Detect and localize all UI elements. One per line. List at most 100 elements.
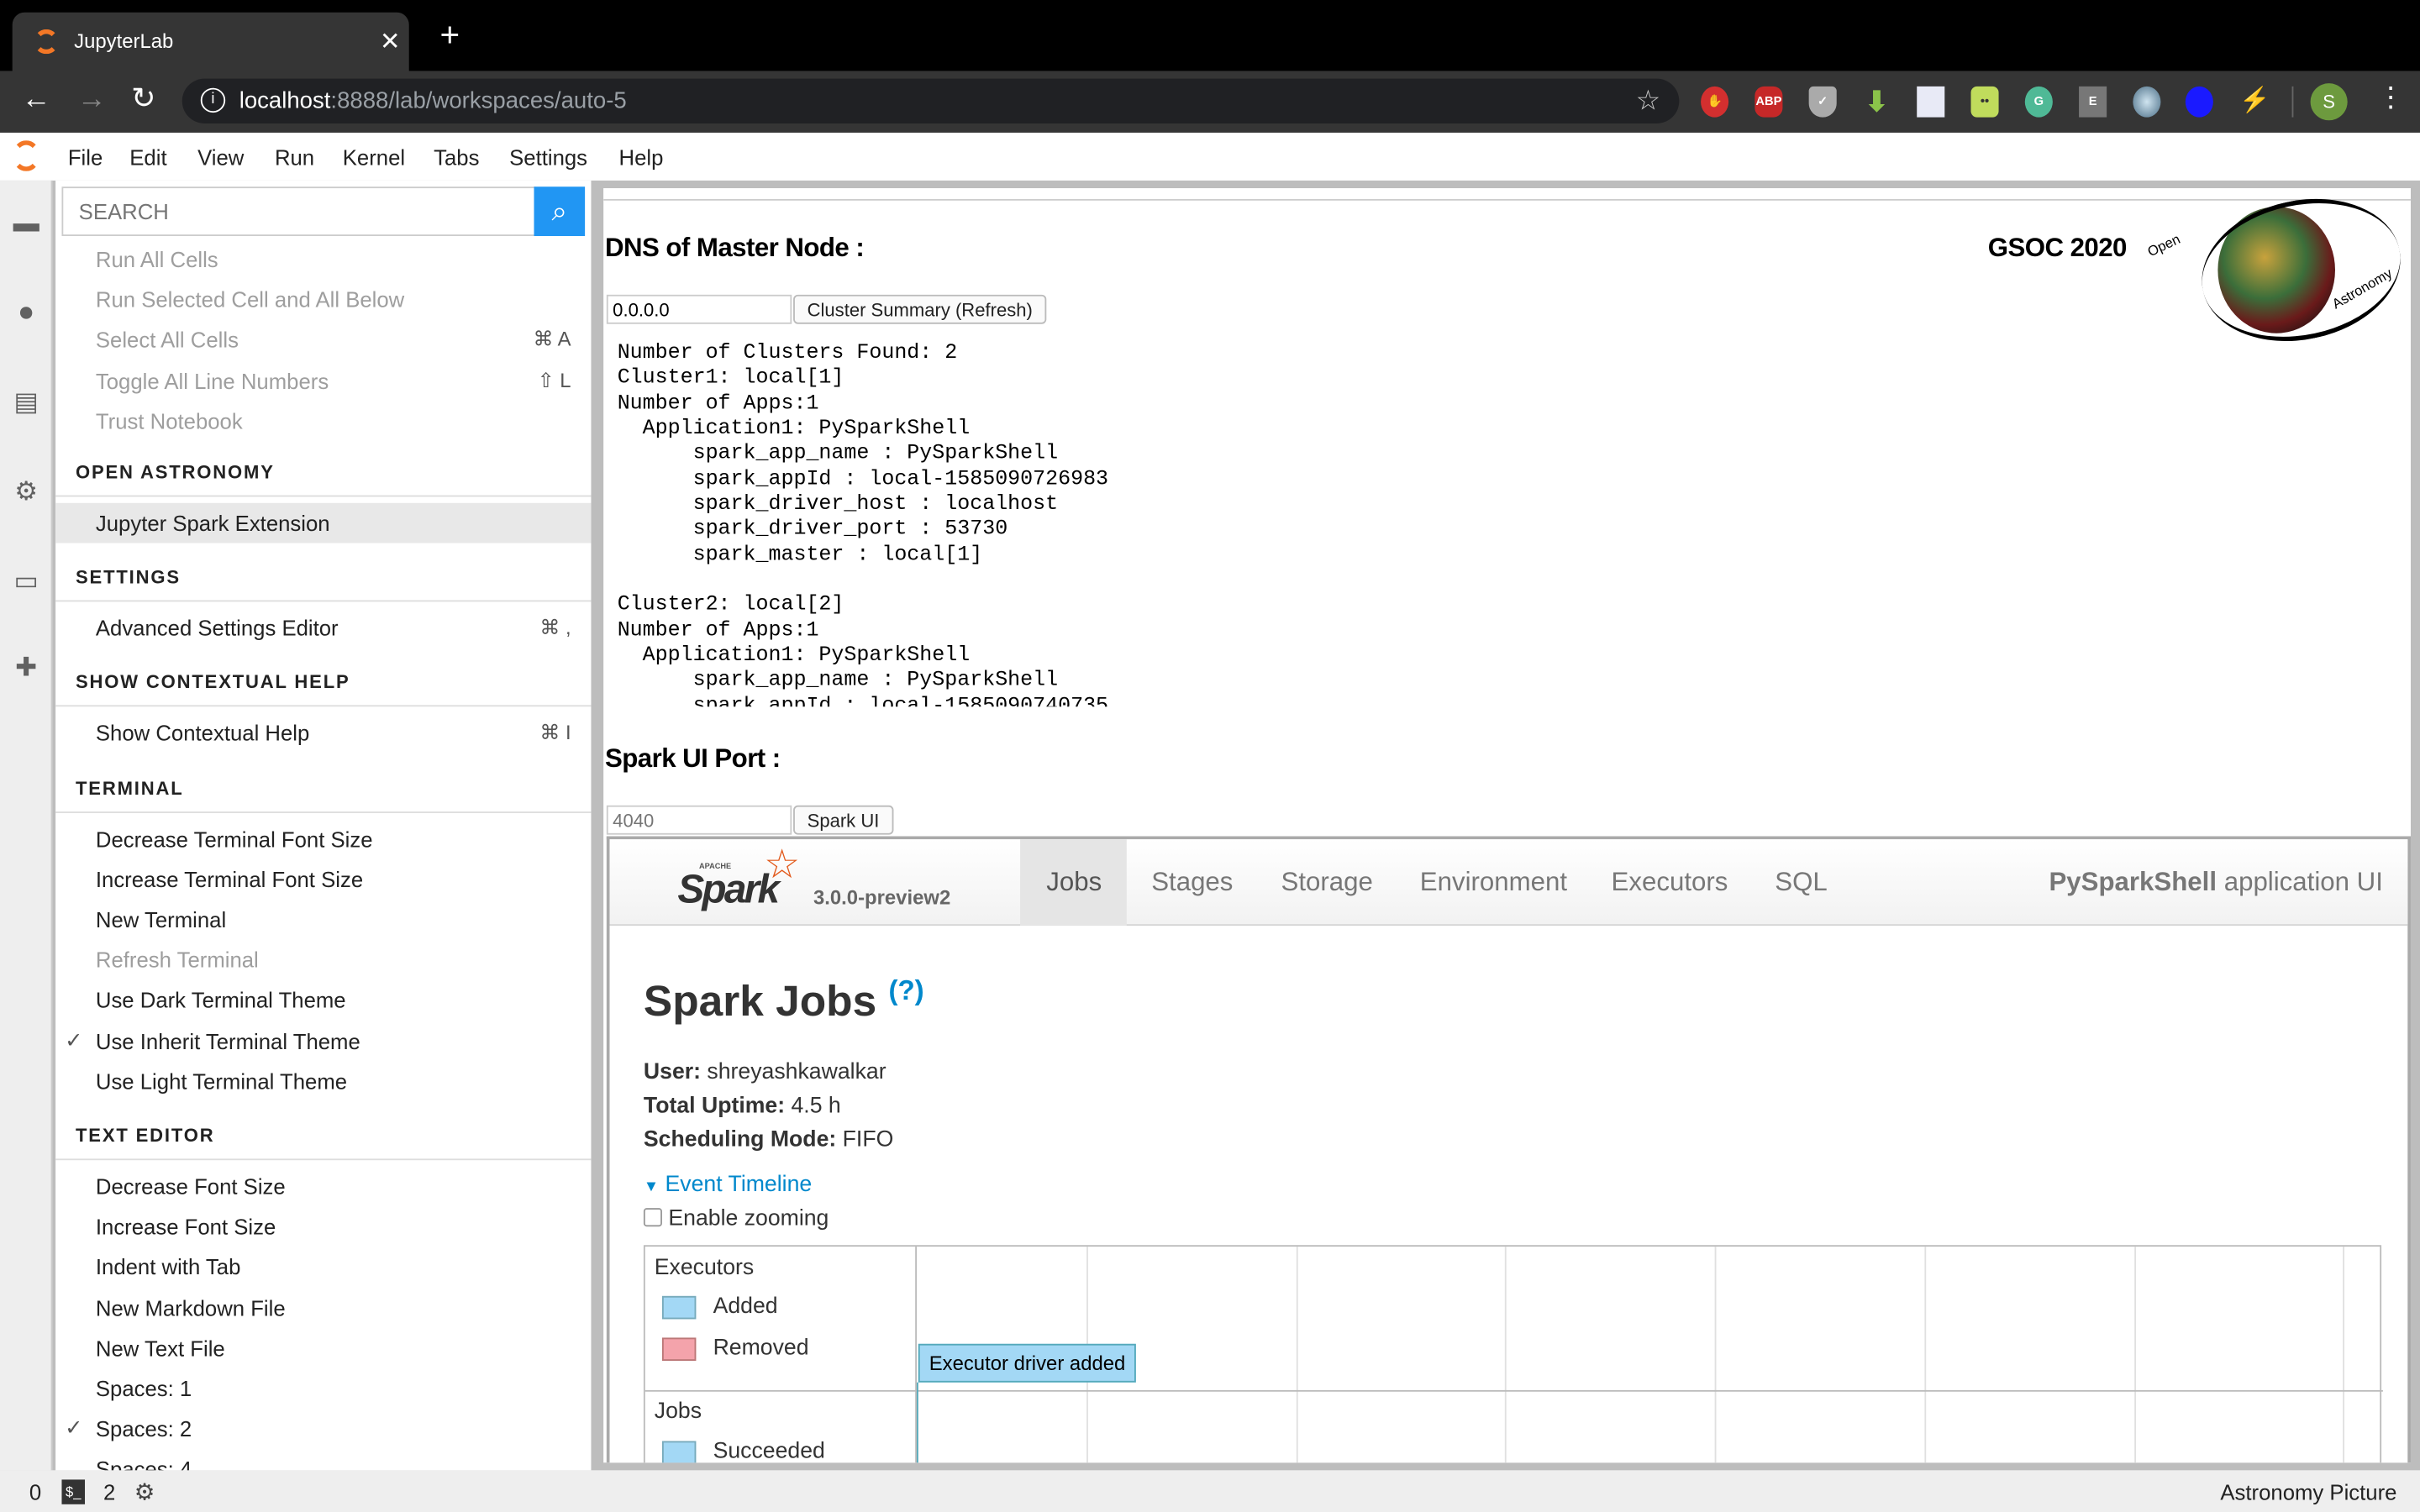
palette-item-run-selected-cell-and-all-below[interactable]: Run Selected Cell and All Below xyxy=(55,280,591,320)
palette-item-new-markdown-file[interactable]: New Markdown File xyxy=(55,1288,591,1328)
palette-item-new-text-file[interactable]: New Text File xyxy=(55,1328,591,1368)
palette-item-decrease-font-size[interactable]: Decrease Font Size xyxy=(55,1167,591,1207)
bookmark-star-icon[interactable]: ☆ xyxy=(1636,85,1661,118)
executor-added-event[interactable]: Executor driver added xyxy=(918,1343,1137,1383)
menu-run[interactable]: Run xyxy=(275,145,314,170)
event-timeline-toggle[interactable]: ▼ Event Timeline xyxy=(644,1173,812,1197)
menu-view[interactable]: View xyxy=(197,145,244,170)
nav-environment[interactable]: Environment xyxy=(1420,867,1567,898)
menu-settings[interactable]: Settings xyxy=(509,145,587,170)
palette-item-run-all-cells[interactable]: Run All Cells xyxy=(55,239,591,280)
terminal-icon[interactable]: $_ xyxy=(61,1479,86,1504)
palette-item-select-all-cells[interactable]: Select All Cells ⌘ A xyxy=(55,320,591,360)
palette-item-label: Select All Cells xyxy=(95,328,239,353)
zoom-checkbox[interactable] xyxy=(643,1208,662,1227)
uptime-row: Total Uptime: 4.5 h xyxy=(644,1089,893,1123)
palette-item-use-inherit-terminal-theme[interactable]: ✓ Use Inherit Terminal Theme xyxy=(55,1021,591,1061)
reload-icon[interactable]: ↻ xyxy=(131,81,155,117)
menu-edit[interactable]: Edit xyxy=(129,145,166,170)
cluster-summary-refresh-button[interactable]: Cluster Summary (Refresh) xyxy=(793,294,1047,324)
frog-icon[interactable]: •• xyxy=(1970,86,1999,118)
menu-help[interactable]: Help xyxy=(619,145,664,170)
removed-label: Removed xyxy=(713,1336,809,1362)
spark-ui-button[interactable]: Spark UI xyxy=(793,805,893,835)
tab-close-icon[interactable]: ✕ xyxy=(380,26,401,57)
nav-jobs[interactable]: Jobs xyxy=(1046,867,1102,898)
cpu-chip-icon[interactable]: ⚙ xyxy=(134,1478,155,1505)
profile-avatar[interactable]: S xyxy=(2310,83,2348,121)
event-timeline: Executors Added Removed Jobs Succeeded E… xyxy=(643,1245,2383,1463)
browser-tab[interactable]: JupyterLab ✕ xyxy=(12,12,409,71)
shortcut-label: ⌘ I xyxy=(539,721,571,745)
palette-item-new-terminal[interactable]: New Terminal xyxy=(55,900,591,940)
dns-input[interactable] xyxy=(606,294,792,324)
extension-puzzle-icon[interactable]: ✚ xyxy=(11,653,42,684)
menu-kernel[interactable]: Kernel xyxy=(343,145,405,170)
checkmark-icon: ✓ xyxy=(65,1026,83,1052)
tabs-window-icon[interactable]: ▭ xyxy=(11,566,42,597)
nav-stages[interactable]: Stages xyxy=(1151,867,1233,898)
palette-item-show-contextual-help[interactable]: Show Contextual Help ⌘ I xyxy=(55,713,591,753)
palette-item-increase-font-size[interactable]: Increase Font Size xyxy=(55,1207,591,1247)
spark-port-input[interactable] xyxy=(606,805,792,835)
menu-file[interactable]: File xyxy=(68,145,103,170)
nav-sql[interactable]: SQL xyxy=(1775,867,1828,898)
search-icon[interactable]: ⌕ xyxy=(534,186,586,237)
user-value: shreyashkawalkar xyxy=(707,1059,886,1085)
event-marker-line xyxy=(917,1382,918,1463)
terminal-count[interactable]: 2 xyxy=(103,1479,115,1504)
new-tab-icon[interactable]: + xyxy=(439,18,460,52)
globe-icon[interactable] xyxy=(2133,86,2161,118)
mode-label: Scheduling Mode: xyxy=(643,1127,837,1153)
extension-panel: DNS of Master Node : GSOC 2020 Open Astr… xyxy=(603,188,2411,1463)
palette-item-toggle-all-line-numbers[interactable]: Toggle All Line Numbers ⇧ L xyxy=(55,360,591,401)
palette-item-label: Increase Font Size xyxy=(95,1214,276,1240)
palette-item-use-dark-terminal-theme[interactable]: Use Dark Terminal Theme xyxy=(55,980,591,1021)
palette-item-indent-with-tab[interactable]: Indent with Tab xyxy=(55,1247,591,1288)
blue-dot-icon[interactable] xyxy=(2185,86,2213,118)
menu-tabs[interactable]: Tabs xyxy=(434,145,479,170)
palette-item-use-light-terminal-theme[interactable]: Use Light Terminal Theme xyxy=(55,1061,591,1101)
forward-icon[interactable]: → xyxy=(77,83,107,117)
palette-item-increase-terminal-font-size[interactable]: Increase Terminal Font Size xyxy=(55,859,591,900)
download-arrow-icon[interactable]: ⬇ xyxy=(1863,87,1891,118)
stop-hand-icon[interactable]: ✋ xyxy=(1701,86,1729,118)
enable-zooming[interactable]: Enable zooming xyxy=(643,1206,829,1231)
tab-title: JupyterLab xyxy=(74,29,174,53)
palette-section-header: TEXT EDITOR xyxy=(55,1108,592,1161)
palette-item-refresh-terminal[interactable]: Refresh Terminal xyxy=(55,940,591,980)
adblock-plus-icon[interactable]: ABP xyxy=(1754,86,1783,118)
running-stop-icon[interactable]: ⏺ xyxy=(11,297,42,328)
palette-item-trust-notebook[interactable]: Trust Notebook xyxy=(55,401,591,441)
palette-item-label: Use Inherit Terminal Theme xyxy=(95,1028,360,1053)
palette-item-advanced-settings-editor[interactable]: Advanced Settings Editor ⌘ , xyxy=(55,608,591,648)
palette-item-spaces-1[interactable]: Spaces: 1 xyxy=(55,1368,591,1409)
app-name-suffix: application UI xyxy=(2217,867,2383,897)
nav-executors[interactable]: Executors xyxy=(1612,867,1728,898)
palette-item-spaces-2[interactable]: ✓ Spaces: 2 xyxy=(55,1409,591,1449)
command-palette: ⌕ Run All Cells Run Selected Cell and All… xyxy=(55,180,592,1471)
e-icon[interactable]: E xyxy=(2079,86,2107,118)
checkmark-icon: ✓ xyxy=(65,1415,83,1441)
removed-swatch xyxy=(661,1337,697,1362)
gears-icon[interactable]: ⚙ xyxy=(11,477,42,508)
url-path: :8888/lab/workspaces/auto-5 xyxy=(330,87,627,114)
browser-menu-icon[interactable]: ⋮ xyxy=(2377,81,2405,114)
help-link[interactable]: (?) xyxy=(888,975,923,1006)
command-search-input[interactable] xyxy=(61,186,536,237)
palette-item-decrease-terminal-font-size[interactable]: Decrease Terminal Font Size xyxy=(55,819,591,859)
address-bar[interactable]: i localhost:8888/lab/workspaces/auto-5 ☆ xyxy=(182,78,1680,123)
command-palette-icon[interactable]: ▤ xyxy=(11,387,42,418)
grammarly-icon[interactable]: G xyxy=(2024,86,2053,118)
folder-icon[interactable]: ▬ xyxy=(11,208,42,239)
spark-jobs-title-text: Spark Jobs xyxy=(643,977,877,1026)
palette-item-spaces-4[interactable]: Spaces: 4 xyxy=(55,1449,591,1471)
shield-check-icon[interactable]: ✓ xyxy=(1808,86,1837,118)
kernel-count[interactable]: 0 xyxy=(29,1479,41,1504)
nav-storage[interactable]: Storage xyxy=(1281,867,1372,898)
status-bar: 0 $_ 2 ⚙ Astronomy Picture xyxy=(0,1470,2420,1512)
calendar-icon[interactable] xyxy=(1917,86,1945,118)
wifi-bolt-icon[interactable]: ⚡ xyxy=(2239,87,2270,118)
back-icon[interactable]: ← xyxy=(22,83,51,117)
palette-item-jupyter-spark-extension[interactable]: Jupyter Spark Extension xyxy=(55,502,592,543)
